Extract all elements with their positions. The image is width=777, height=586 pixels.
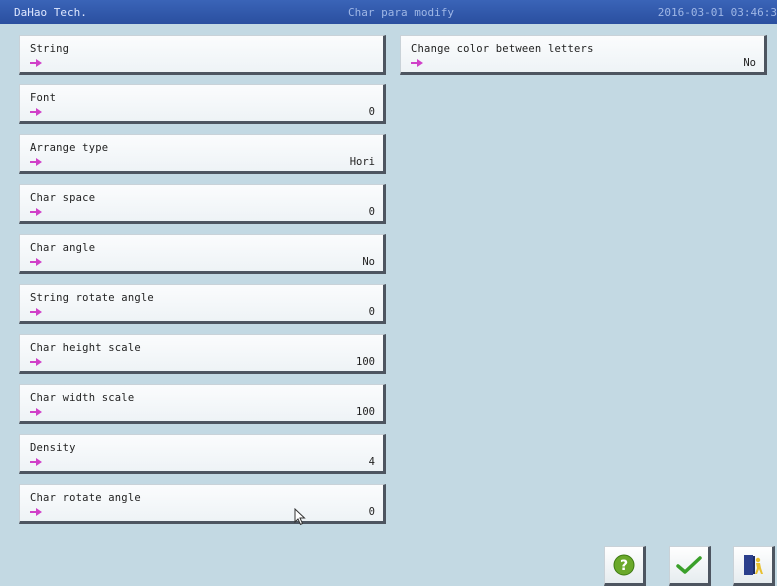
help-button[interactable]: ? [604,546,646,586]
pointer-arrow-icon [411,59,423,67]
screen-title: Char para modify [348,6,454,19]
param-value: 0 [368,306,375,318]
param-label: String rotate angle [30,292,154,304]
title-bar: DaHao Tech. Char para modify 2016-03-01 … [0,0,777,24]
param-label: String [30,43,70,55]
pointer-arrow-icon [30,358,42,366]
param-string-rotate-angle[interactable]: String rotate angle 0 [19,284,386,324]
pointer-arrow-icon [30,308,42,316]
exit-door-icon [744,555,763,575]
pointer-arrow-icon [30,59,42,67]
param-value: 4 [368,456,375,468]
param-label: Change color between letters [411,43,594,55]
param-value: 0 [368,206,375,218]
svg-text:?: ? [620,558,628,574]
param-value: No [743,57,756,69]
pointer-arrow-icon [30,458,42,466]
pointer-arrow-icon [30,158,42,166]
param-density[interactable]: Density 4 [19,434,386,474]
param-value: 100 [356,356,375,368]
param-value: 0 [368,506,375,518]
confirm-button[interactable] [669,546,711,586]
param-label: Char width scale [30,392,135,404]
param-char-rotate-angle[interactable]: Char rotate angle 0 [19,484,386,524]
param-label: Char space [30,192,96,204]
param-value: Hori [349,156,375,168]
param-change-color-between-letters[interactable]: Change color between letters No [400,35,767,75]
param-label: Arrange type [30,142,109,154]
param-label: Char height scale [30,342,141,354]
pointer-arrow-icon [30,108,42,116]
checkmark-icon [676,556,702,574]
param-label: Density [30,442,76,454]
datetime: 2016-03-01 03:46:3 [657,6,777,19]
param-arrange-type[interactable]: Arrange type Hori [19,134,386,174]
param-label: Font [30,92,57,104]
pointer-arrow-icon [30,508,42,516]
param-char-angle[interactable]: Char angle No [19,234,386,274]
pointer-arrow-icon [30,208,42,216]
param-value: 100 [356,406,375,418]
param-string[interactable]: String [19,35,386,75]
pointer-arrow-icon [30,258,42,266]
pointer-arrow-icon [30,408,42,416]
param-value: 0 [368,106,375,118]
mouse-cursor-icon [294,508,306,526]
app-name: DaHao Tech. [14,6,87,19]
help-icon: ? [613,554,635,576]
param-char-width-scale[interactable]: Char width scale 100 [19,384,386,424]
param-char-height-scale[interactable]: Char height scale 100 [19,334,386,374]
exit-button[interactable] [733,546,775,586]
param-char-space[interactable]: Char space 0 [19,184,386,224]
param-label: Char angle [30,242,96,254]
param-label: Char rotate angle [30,492,141,504]
param-font[interactable]: Font 0 [19,84,386,124]
param-value: No [362,256,375,268]
